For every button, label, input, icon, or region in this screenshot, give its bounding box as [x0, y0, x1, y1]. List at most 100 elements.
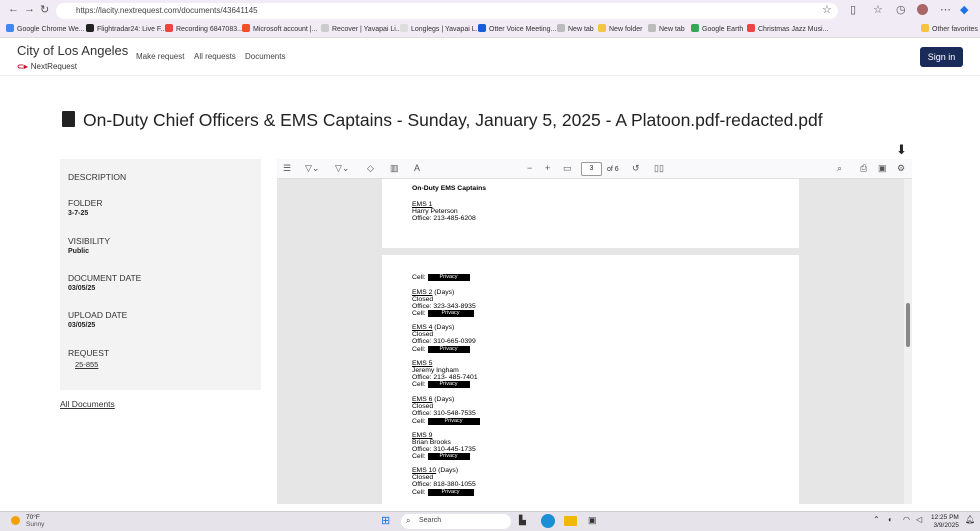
eraser-icon[interactable]: ◇ [367, 163, 374, 174]
bookmark-item[interactable]: Recording 6847083... [165, 24, 243, 33]
search-icon[interactable]: ⌕ [837, 163, 842, 174]
pdf-status: Closed [412, 331, 434, 338]
visibility-value: Public [68, 248, 90, 255]
sign-in-button[interactable]: Sign in [920, 47, 963, 67]
zoom-out-icon[interactable]: − [527, 163, 532, 173]
tray-app-icon[interactable]: ◐ [888, 515, 893, 524]
city-name[interactable]: City of Los Angeles [17, 43, 128, 58]
reload-icon[interactable]: ↻ [40, 3, 49, 16]
zoom-in-icon[interactable]: + [545, 163, 550, 173]
pdf-ems-line: EMS 6 (Days) [412, 396, 455, 403]
request-link[interactable]: 25-855 [75, 360, 98, 369]
bookmark-item[interactable]: Christmas Jazz Musi... [747, 24, 828, 33]
print-icon[interactable]: ⎙ [860, 163, 867, 174]
weather-widget[interactable]: 70°F Sunny [26, 514, 44, 528]
taskbar-clock[interactable]: 12:25 PM 3/9/2025 [931, 514, 959, 530]
notification-bell-icon[interactable]: 🔔︎ [965, 515, 975, 524]
bookmark-item[interactable]: Flightradar24: Live F... [86, 24, 166, 33]
nav-documents[interactable]: Documents [245, 52, 285, 61]
bookmark-item[interactable]: Microsoft account |... [242, 24, 317, 33]
bookmark-folder[interactable]: New folder [598, 24, 642, 33]
read-aloud-icon[interactable]: A [414, 163, 420, 173]
split-screen-icon[interactable]: ▯ [850, 3, 856, 16]
settings-gear-icon[interactable]: ⚙ [897, 163, 905, 174]
page-number-input[interactable]: 3 [581, 162, 602, 176]
page-title: On-Duty Chief Officers & EMS Captains - … [83, 110, 823, 130]
pdf-cell-line: Cell: Privacy [412, 310, 474, 317]
visibility-label: VISIBILITY [68, 236, 111, 246]
pdf-ems-label: EMS 5 [412, 360, 433, 367]
pdf-ems-line: EMS 10 (Days) [412, 467, 459, 474]
folder-value: 3-7-25 [68, 210, 89, 217]
nextrequest-logo-icon: ⊂▸ [17, 62, 28, 71]
pdf-ems-line: EMS 4 (Days) [412, 324, 455, 331]
bookmark-item[interactable]: Google Chrome We... [6, 24, 85, 33]
two-page-icon[interactable]: ▯▯ [654, 163, 664, 174]
request-label: REQUEST [68, 348, 110, 358]
profile-avatar[interactable] [917, 4, 928, 15]
more-menu-icon[interactable]: ⋯ [940, 3, 951, 16]
sun-icon[interactable] [11, 516, 20, 525]
redaction-box: Privacy [427, 381, 470, 388]
fit-page-icon[interactable]: ▭ [563, 163, 572, 174]
save-icon[interactable]: ▣ [878, 163, 887, 174]
bookmark-item[interactable]: New tab [557, 24, 594, 33]
pdf-office: Office: 818-380-1055 [412, 481, 476, 488]
bookmark-item[interactable]: Google Earth [691, 24, 743, 33]
copilot-icon[interactable]: ◆ [960, 3, 968, 16]
pdf-cell-line: Cell: Privacy [412, 453, 470, 460]
pdf-office: Office: 310-445-1735 [412, 446, 476, 453]
bookmark-item[interactable]: Recover | Yavapai Li... [321, 24, 402, 33]
rotate-icon[interactable]: ↺ [632, 163, 640, 174]
description-label: DESCRIPTION [68, 172, 127, 182]
pdf-name: Jeremy Ingham [412, 367, 459, 374]
upload-date-value: 03/05/25 [68, 322, 96, 329]
redaction-box: Privacy [427, 274, 470, 281]
pdf-office: Office: 310-548-7535 [412, 410, 476, 417]
favorites-icon[interactable]: ☆ [873, 3, 883, 16]
forward-icon[interactable]: → [24, 3, 35, 15]
pdf-cell-line: Cell: Privacy [412, 381, 470, 388]
pdf-cell-line: Cell: Privacy [412, 418, 480, 425]
app-icon[interactable]: ▣ [588, 515, 597, 526]
sidebar-toggle-icon[interactable]: ☰ [283, 163, 291, 174]
bookmark-item[interactable]: Otter Voice Meeting... [478, 24, 556, 33]
search-glass-icon: ⌕ [406, 516, 411, 525]
edge-browser-icon[interactable] [541, 514, 555, 528]
draw-icon[interactable]: ▽⌄ [335, 163, 349, 174]
pdf-heading: On-Duty EMS Captains [412, 185, 487, 192]
pdf-name: Harry Peterson [412, 208, 458, 215]
bookmark-item[interactable]: Longlegs | Yavapai L... [400, 24, 481, 33]
wifi-icon[interactable]: ◠ [903, 515, 910, 524]
windows-start-icon[interactable]: ⊞ [381, 514, 390, 527]
taskbar-search[interactable]: Search [401, 514, 511, 529]
all-documents-link[interactable]: All Documents [60, 399, 115, 409]
page-count: of 6 [607, 166, 619, 173]
bookmarks-bar: Google Chrome We... Flightradar24: Live … [0, 20, 980, 38]
favorite-star-icon[interactable]: ☆ [822, 3, 832, 16]
download-icon[interactable]: ⬇ [896, 142, 907, 158]
redaction-box: Privacy [427, 310, 474, 317]
nextrequest-logo[interactable]: ⊂▸ NextRequest [17, 62, 77, 71]
nav-make-request[interactable]: Make request [136, 52, 184, 61]
document-date-label: DOCUMENT DATE [68, 273, 142, 283]
pdf-status: Closed [412, 403, 434, 410]
tray-chevron-icon[interactable]: ⌃ [873, 515, 880, 524]
page-view-icon[interactable]: ▥ [390, 163, 399, 174]
pdf-office: Office: 323-343-8935 [412, 303, 476, 310]
pdf-ems-label: EMS 1 [412, 201, 433, 208]
volume-icon[interactable]: ◁ [916, 515, 922, 524]
file-explorer-icon[interactable] [564, 516, 577, 526]
pdf-scrollbar-thumb[interactable] [906, 303, 910, 347]
highlight-icon[interactable]: ▽⌄ [305, 163, 319, 174]
pdf-status: Closed [412, 296, 434, 303]
back-icon[interactable]: ← [8, 3, 19, 15]
other-favorites-folder[interactable]: Other favorites [921, 24, 978, 33]
task-view-icon[interactable]: ▙ [519, 515, 526, 526]
history-icon[interactable]: ◷ [896, 3, 906, 16]
pdf-name: Brian Brooks [412, 439, 451, 446]
nav-all-requests[interactable]: All requests [194, 52, 236, 61]
document-date-value: 03/05/25 [68, 285, 96, 292]
bookmark-item[interactable]: New tab [648, 24, 685, 33]
address-bar[interactable]: https://lacity.nextrequest.com/documents… [56, 3, 838, 19]
